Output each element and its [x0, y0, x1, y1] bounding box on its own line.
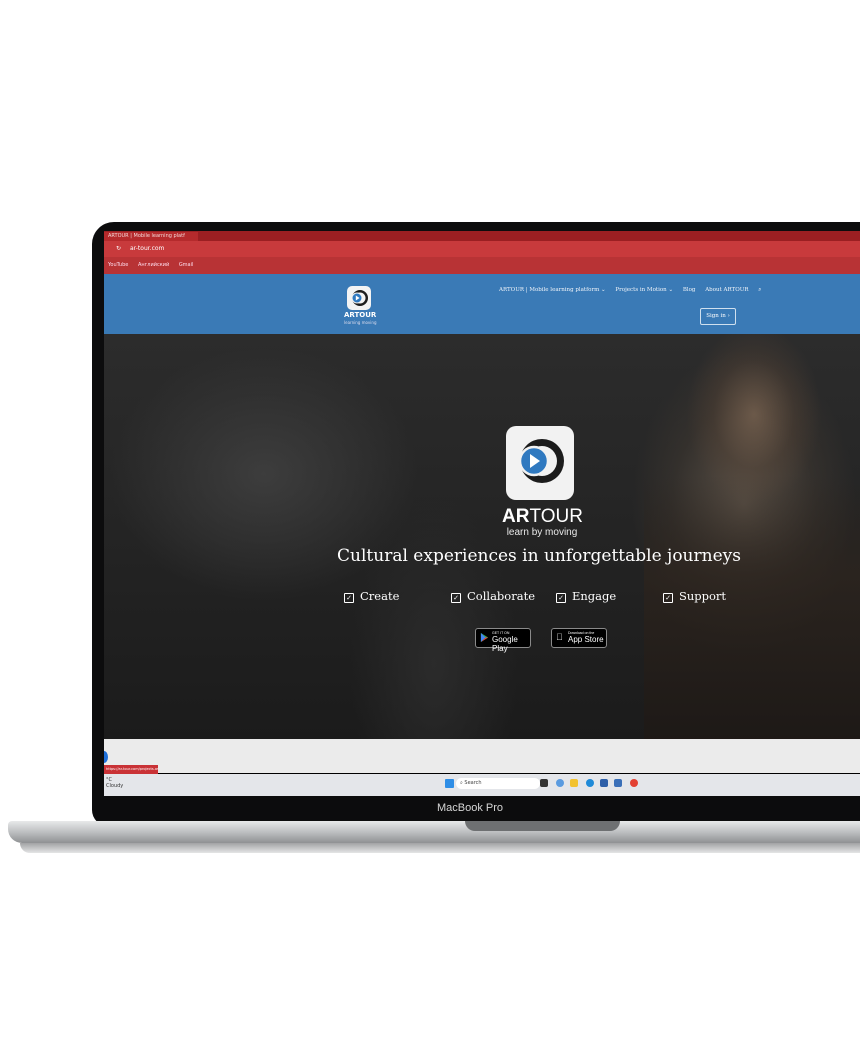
main-menu: ARTOUR | Mobile learning platform ⌄ Proj…	[499, 287, 769, 294]
artour-app-logo-icon	[506, 426, 574, 500]
weather-widget[interactable]: °C Cloudy	[106, 777, 123, 789]
hero-section: ARTOUR learn by moving Cultural experien…	[104, 334, 860, 739]
artour-logo-icon[interactable]	[347, 286, 371, 310]
windows-start-icon[interactable]	[445, 779, 454, 788]
signin-button[interactable]: Sign in ›	[700, 308, 736, 325]
google-play-icon	[480, 633, 489, 644]
checkbox-icon: ✓	[344, 593, 354, 603]
address-bar[interactable]: ↻ ar-tour.com	[104, 241, 860, 257]
browser-tab[interactable]: ARTOUR | Mobile learning platf	[104, 232, 198, 241]
taskbar-search-input[interactable]: ⌕ Search	[456, 778, 540, 789]
store-icon[interactable]	[600, 779, 608, 787]
apple-icon: 	[556, 633, 563, 642]
bookmark-youtube[interactable]: YouTube	[108, 262, 128, 268]
file-explorer-icon[interactable]	[570, 779, 578, 787]
feature-collaborate: ✓ Collaborate	[451, 589, 535, 603]
feature-create: ✓ Create	[344, 589, 399, 603]
feature-support: ✓ Support	[663, 589, 726, 603]
laptop-base-shadow	[20, 843, 860, 853]
app-store-button[interactable]:  Download on the App Store	[551, 628, 607, 648]
menu-item-projects[interactable]: Projects in Motion ⌄	[615, 287, 673, 293]
feature-label: Engage	[572, 589, 617, 603]
bookmarks-bar: YouTube Английский Gmail	[104, 257, 860, 274]
bookmark-gmail[interactable]: Gmail	[179, 262, 194, 268]
menu-item-platform[interactable]: ARTOUR | Mobile learning platform ⌄	[499, 287, 606, 293]
brand-rest: TOUR	[529, 506, 583, 527]
browser-tab-bar: ARTOUR | Mobile learning platf	[104, 231, 860, 241]
logo-name[interactable]: ARTOUR	[344, 311, 376, 319]
hero-headline: Cultural experiences in unforgettable jo…	[337, 546, 741, 566]
search-icon[interactable]: ⌕	[758, 287, 761, 293]
bookmark-english[interactable]: Английский	[138, 262, 169, 268]
edge-icon[interactable]	[586, 779, 594, 787]
logo-tagline: learning moving	[344, 320, 377, 325]
brand-bold: AR	[502, 506, 530, 527]
widgets-icon[interactable]	[556, 779, 564, 787]
weather-desc: Cloudy	[106, 783, 124, 789]
menu-item-blog[interactable]: Blog	[683, 287, 696, 293]
page-below-hero	[104, 739, 860, 773]
screen: ARTOUR | Mobile learning platf ↻ ar-tour…	[104, 231, 860, 796]
hero-photo-man	[644, 334, 860, 739]
checkbox-icon: ✓	[556, 593, 566, 603]
feature-engage: ✓ Engage	[556, 589, 616, 603]
chrome-icon[interactable]	[630, 779, 638, 787]
feature-label: Create	[360, 589, 400, 603]
reload-icon[interactable]: ↻	[116, 241, 121, 257]
menu-item-about[interactable]: About ARTOUR	[705, 287, 748, 293]
brand-tagline: learn by moving	[506, 527, 578, 538]
mail-icon[interactable]	[614, 779, 622, 787]
search-placeholder: Search	[464, 780, 482, 786]
checkbox-icon: ✓	[663, 593, 673, 603]
task-view-icon[interactable]	[540, 779, 548, 787]
site-header: ARTOUR learning moving ARTOUR | Mobile l…	[104, 274, 860, 334]
checkbox-icon: ✓	[451, 593, 461, 603]
laptop-base	[8, 821, 860, 843]
laptop-hinge-notch	[465, 821, 620, 831]
hero-brand: ARTOUR learn by moving	[502, 506, 583, 539]
google-play-button[interactable]: GET IT ON Google Play	[475, 628, 531, 653]
store-big-text: Google Play	[492, 635, 518, 653]
os-taskbar: °C Cloudy ⌕ Search	[104, 774, 860, 796]
feature-label: Collaborate	[467, 589, 536, 603]
status-link-tooltip: https://ar-tour.com/projects.aspx	[104, 765, 158, 774]
feature-label: Support	[679, 589, 727, 603]
store-big-text: App Store	[568, 635, 604, 644]
url-text[interactable]: ar-tour.com	[130, 241, 164, 257]
device-label: MacBook Pro	[436, 802, 504, 814]
